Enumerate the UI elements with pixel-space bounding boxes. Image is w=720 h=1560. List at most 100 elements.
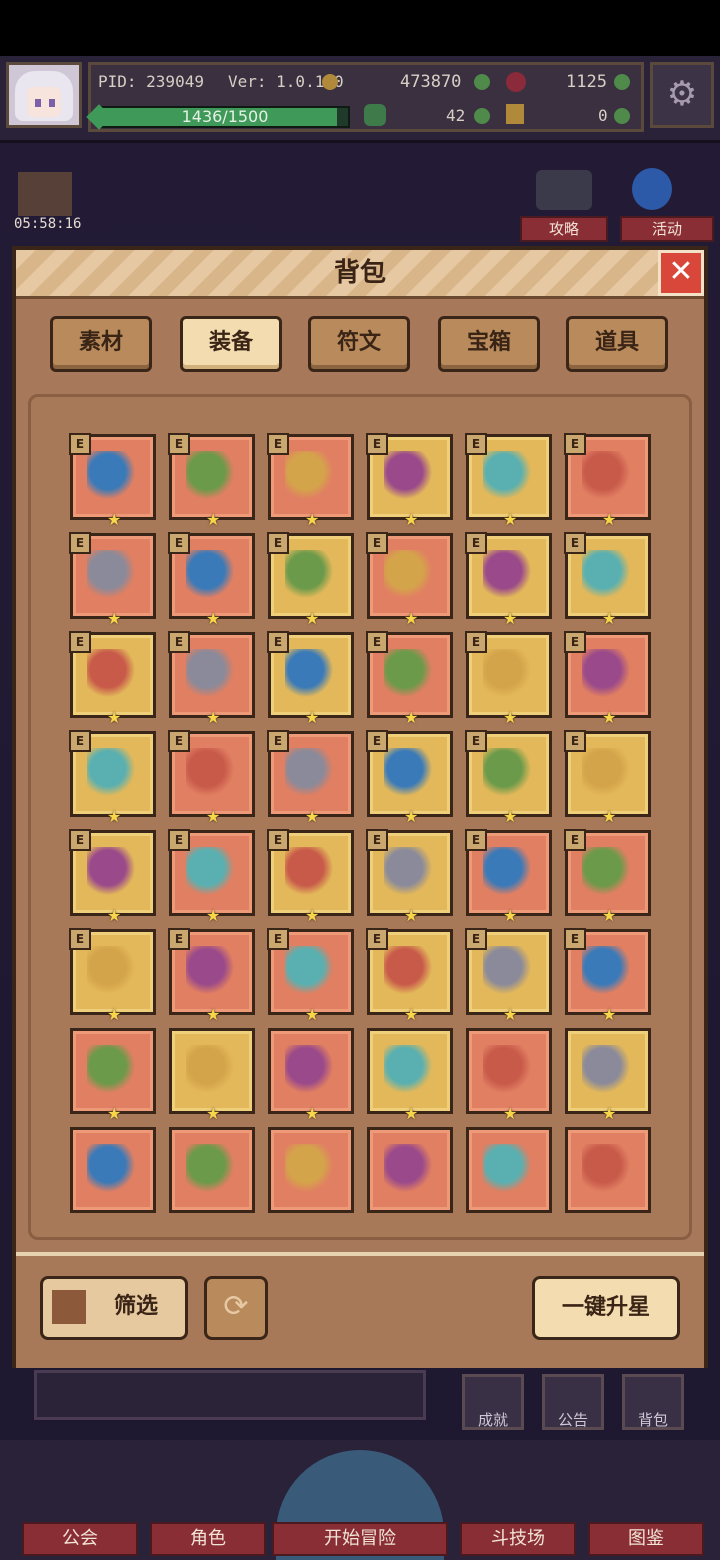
dress-icon (384, 649, 436, 701)
equip-badge: E (69, 532, 91, 554)
inventory-slot[interactable]: ★ (565, 1028, 651, 1123)
star-icon: ★ (305, 906, 320, 925)
boot-icon (285, 748, 337, 800)
add-gem-icon[interactable] (614, 74, 630, 90)
equip-badge: E (564, 532, 586, 554)
inventory-slot[interactable]: E ★ (564, 433, 651, 529)
inventory-slot[interactable]: E ★ (564, 730, 651, 826)
inventory-slot[interactable]: E ★ (465, 631, 552, 727)
inventory-slot[interactable]: E ★ (267, 433, 354, 529)
clover-count: 42 (446, 106, 466, 125)
achievement-button[interactable]: 成就 (462, 1374, 524, 1430)
inventory-slot[interactable]: E ★ (465, 730, 552, 826)
inventory-slot[interactable]: E ★ (267, 631, 354, 727)
equip-badge: E (465, 433, 487, 455)
inventory-slot[interactable]: E ★ (69, 730, 156, 826)
inventory-slot[interactable]: E ★ (465, 928, 552, 1024)
inventory-slot[interactable]: E ★ (564, 532, 651, 628)
inventory-slot[interactable]: E ★ (564, 829, 651, 925)
inventory-slot[interactable]: E ★ (168, 433, 255, 529)
inventory-slot[interactable]: E ★ (267, 928, 354, 1024)
tab-items[interactable]: 道具 (566, 316, 668, 372)
equip-badge: E (465, 532, 487, 554)
inventory-slot[interactable]: ★ (466, 1028, 552, 1123)
star-icon: ★ (602, 1005, 617, 1024)
inventory-slot[interactable] (466, 1127, 552, 1213)
inventory-slot[interactable]: E ★ (168, 829, 255, 925)
inventory-slot[interactable]: E ★ (366, 631, 453, 727)
inventory-slot[interactable]: E ★ (366, 730, 453, 826)
inventory-slot[interactable]: ★ (169, 1028, 255, 1123)
inventory-slot[interactable]: E ★ (366, 532, 453, 628)
inventory-slot[interactable]: E ★ (465, 532, 552, 628)
inventory-slot[interactable] (70, 1127, 156, 1213)
tab-runes[interactable]: 符文 (308, 316, 410, 372)
inventory-slot[interactable]: ★ (367, 1028, 453, 1123)
add-gold-icon[interactable] (474, 74, 490, 90)
inventory-slot[interactable] (367, 1127, 453, 1213)
inventory-slot[interactable]: E ★ (168, 928, 255, 1024)
event-button[interactable]: 活动 (620, 216, 714, 242)
nav-start-adventure[interactable]: 开始冒险 (272, 1522, 448, 1556)
star-icon: ★ (305, 708, 320, 727)
inventory-slot[interactable]: E ★ (267, 829, 354, 925)
gift-chest-icon[interactable] (18, 172, 72, 216)
star-icon: ★ (503, 609, 518, 628)
inventory-slot[interactable]: E ★ (69, 631, 156, 727)
leaf-icon (285, 847, 337, 899)
close-button[interactable]: ✕ (658, 250, 704, 296)
add-key-icon[interactable] (614, 108, 630, 124)
bag-button[interactable]: 背包 (622, 1374, 684, 1430)
inventory-slot[interactable]: ★ (70, 1028, 156, 1123)
clover-icon (364, 104, 386, 126)
nav-character[interactable]: 角色 (150, 1522, 266, 1556)
inventory-slot[interactable]: E ★ (465, 829, 552, 925)
equip-badge: E (168, 928, 190, 950)
equip-badge: E (168, 829, 190, 851)
inventory-slot[interactable]: E ★ (69, 433, 156, 529)
inventory-slot[interactable] (565, 1127, 651, 1213)
inventory-slot[interactable]: E ★ (366, 928, 453, 1024)
add-clover-icon[interactable] (474, 108, 490, 124)
refresh-button[interactable]: ⟳ (204, 1276, 268, 1340)
nav-codex[interactable]: 图鉴 (588, 1522, 704, 1556)
inventory-slot[interactable]: E ★ (168, 532, 255, 628)
inventory-slot[interactable]: E ★ (366, 829, 453, 925)
shoes-icon (186, 847, 238, 899)
star-icon: ★ (404, 609, 419, 628)
upgrade-all-stars-button[interactable]: 一键升星 (532, 1276, 680, 1340)
inventory-slot[interactable]: E ★ (168, 631, 255, 727)
crossbow-icon (483, 550, 535, 602)
inventory-slot[interactable]: E ★ (366, 433, 453, 529)
inventory-slot[interactable]: E ★ (267, 730, 354, 826)
club-icon (384, 1045, 436, 1097)
nav-guild[interactable]: 公会 (22, 1522, 138, 1556)
inventory-slot[interactable]: E ★ (564, 631, 651, 727)
star-icon: ★ (206, 906, 221, 925)
inventory-slot[interactable]: E ★ (564, 928, 651, 1024)
settings-gear-icon[interactable]: ⚙ (650, 62, 714, 128)
tab-chests[interactable]: 宝箱 (438, 316, 540, 372)
inventory-slot[interactable]: E ★ (168, 730, 255, 826)
inventory-slot[interactable]: ★ (268, 1028, 354, 1123)
bow-icon (582, 1045, 634, 1097)
arrow-icon (384, 550, 436, 602)
inventory-slot[interactable]: E ★ (267, 532, 354, 628)
inventory-slot[interactable]: E ★ (69, 928, 156, 1024)
inventory-slot[interactable] (169, 1127, 255, 1213)
nav-arena[interactable]: 斗技场 (460, 1522, 576, 1556)
tab-materials[interactable]: 素材 (50, 316, 152, 372)
inventory-slot[interactable] (268, 1127, 354, 1213)
star-icon: ★ (503, 1005, 518, 1024)
inventory-slot[interactable]: E ★ (69, 829, 156, 925)
ring-icon (384, 748, 436, 800)
tab-equipment[interactable]: 装备 (180, 316, 282, 372)
inventory-slot[interactable]: E ★ (69, 532, 156, 628)
vest-icon (582, 649, 634, 701)
notice-button[interactable]: 公告 (542, 1374, 604, 1430)
inventory-slot[interactable]: E ★ (465, 433, 552, 529)
swords-icon (582, 946, 634, 998)
player-avatar[interactable] (6, 62, 82, 128)
guide-button[interactable]: 攻略 (520, 216, 608, 242)
equip-badge: E (564, 730, 586, 752)
